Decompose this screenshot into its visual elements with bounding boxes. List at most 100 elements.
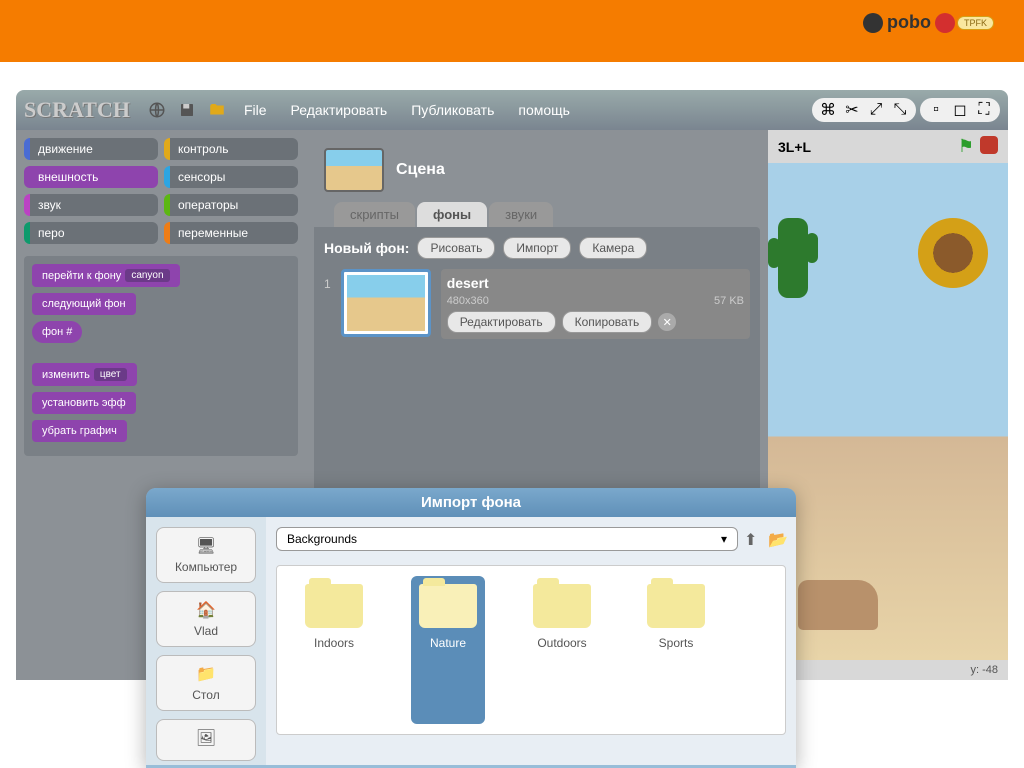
bg-filesize: 57 KB	[714, 295, 744, 307]
stop-icon[interactable]	[980, 136, 998, 154]
folder-outdoors[interactable]: Outdoors	[525, 576, 599, 724]
path-row: Backgrounds ▾ ⬆ 📂	[276, 527, 786, 551]
sidebar-computer[interactable]: 🖥Компьютер	[156, 527, 256, 583]
view-tools: ▫ ◻ ⛶	[920, 98, 1000, 122]
category-контроль[interactable]: контроль	[164, 138, 298, 160]
sidebar-label: Vlad	[194, 624, 218, 638]
folder-nature[interactable]: Nature	[411, 576, 485, 724]
sidebar-user[interactable]: 🏠 Vlad	[156, 591, 256, 647]
scissors-icon[interactable]: ✂	[842, 100, 862, 120]
import-button[interactable]: Импорт	[503, 237, 571, 259]
page-banner: pobo TPFK	[0, 0, 1024, 62]
folder-icon	[533, 584, 591, 628]
sidebar-desktop[interactable]: 📁Стол	[156, 655, 256, 711]
app-logo: SCRATCH	[24, 97, 130, 123]
home-icon: 🏠	[161, 600, 251, 620]
blocks-area: перейти к фону canyon следующий фон фон …	[24, 256, 298, 456]
block-label: убрать графич	[42, 425, 117, 437]
computer-icon: 🖥	[161, 536, 251, 556]
green-flag-icon[interactable]: ⚑	[958, 136, 974, 157]
folder-icon	[305, 584, 363, 628]
brand-text: pobo	[887, 12, 931, 33]
block-set-effect[interactable]: установить эфф	[32, 392, 136, 414]
block-switch-bg[interactable]: перейти к фону canyon	[32, 264, 180, 287]
category-перо[interactable]: перо	[24, 222, 158, 244]
folder-label: Indoors	[305, 636, 363, 650]
new-bg-label: Новый фон:	[324, 240, 409, 256]
grow-icon[interactable]: ⤢	[866, 100, 886, 120]
lion-sprite	[918, 218, 988, 288]
folder-open-icon[interactable]	[206, 99, 228, 121]
block-bg-num[interactable]: фон #	[32, 321, 82, 343]
view-full-icon[interactable]: ⛶	[974, 100, 994, 120]
save-icon[interactable]	[176, 99, 198, 121]
bg-dimensions: 480x360	[447, 295, 489, 307]
stage-canvas[interactable]	[768, 163, 1008, 660]
globe-icon[interactable]	[146, 99, 168, 121]
path-dropdown[interactable]: Backgrounds ▾	[276, 527, 738, 551]
new-bg-row: Новый фон: Рисовать Импорт Камера	[324, 237, 750, 259]
paint-button[interactable]: Рисовать	[417, 237, 495, 259]
view-large-icon[interactable]: ◻	[950, 100, 970, 120]
block-label: перейти к фону	[42, 270, 121, 282]
delete-icon[interactable]: ✕	[658, 313, 676, 331]
block-label: установить эфф	[42, 397, 126, 409]
edit-button[interactable]: Редактировать	[447, 311, 556, 333]
category-переменные[interactable]: переменные	[164, 222, 298, 244]
block-label: следующий фон	[42, 298, 126, 310]
folder-grid: Indoors Nature Outdoors Sports	[276, 565, 786, 735]
menu-edit[interactable]: Редактировать	[283, 98, 396, 122]
category-движение[interactable]: движение	[24, 138, 158, 160]
category-внешность[interactable]: внешность	[24, 166, 158, 188]
chevron-down-icon: ▾	[721, 532, 727, 546]
block-dropdown[interactable]: canyon	[125, 269, 169, 282]
stage-title: 3L+L	[778, 139, 811, 155]
category-операторы[interactable]: операторы	[164, 194, 298, 216]
tab-sounds[interactable]: звуки	[489, 202, 553, 227]
menubar: SCRATCH File Редактировать Публиковать п…	[16, 90, 1008, 130]
folder-sports[interactable]: Sports	[639, 576, 713, 724]
scratch-app: SCRATCH File Редактировать Публиковать п…	[16, 90, 1008, 767]
robo-logo: pobo TPFK	[863, 12, 994, 33]
block-clear-effects[interactable]: убрать графич	[32, 420, 127, 442]
up-folder-icon[interactable]: ⬆	[744, 530, 762, 548]
sprite-header: Сцена	[314, 138, 760, 202]
bg-index: 1	[324, 269, 331, 291]
category-звук[interactable]: звук	[24, 194, 158, 216]
dialog-sidebar: 🖥Компьютер 🏠 Vlad 📁Стол 🖼	[146, 517, 266, 765]
menu-help[interactable]: помощь	[510, 98, 578, 122]
tab-scripts[interactable]: скрипты	[334, 202, 415, 227]
copy-button[interactable]: Копировать	[562, 311, 653, 333]
sidebar-label: Стол	[192, 688, 219, 702]
stage-coords: y: -48	[768, 660, 1008, 680]
sprite-thumbnail[interactable]	[324, 148, 384, 192]
new-folder-icon[interactable]: 📂	[768, 530, 786, 548]
stage-panel: 3L+L ⚑ y: -48	[768, 130, 1008, 680]
background-item: 1 desert 480x360 57 KB Редактировать Коп…	[324, 269, 750, 339]
tab-backgrounds[interactable]: фоны	[417, 202, 487, 227]
cactus-sprite	[778, 218, 808, 298]
import-dialog: Импорт фона 🖥Компьютер 🏠 Vlad 📁Стол 🖼 Bac…	[146, 488, 796, 768]
view-small-icon[interactable]: ▫	[926, 100, 946, 120]
edit-tools: ⌘ ✂ ⤢ ⤡	[812, 98, 916, 122]
block-next-bg[interactable]: следующий фон	[32, 293, 136, 315]
folder-label: Sports	[647, 636, 705, 650]
gear-icon	[863, 13, 883, 33]
menu-share[interactable]: Публиковать	[403, 98, 502, 122]
stamp-icon[interactable]: ⌘	[818, 100, 838, 120]
folder-indoors[interactable]: Indoors	[297, 576, 371, 724]
sidebar-extra[interactable]: 🖼	[156, 719, 256, 761]
block-change-effect[interactable]: изменить цвет	[32, 363, 137, 386]
bg-info: desert 480x360 57 KB Редактировать Копир…	[441, 269, 750, 339]
horse-sprite	[798, 580, 878, 630]
picture-icon: 🖼	[161, 728, 251, 748]
block-dropdown[interactable]: цвет	[94, 368, 127, 381]
menu-file[interactable]: File	[236, 98, 275, 122]
block-label: изменить	[42, 369, 90, 381]
bg-thumbnail[interactable]	[341, 269, 431, 337]
dialog-title: Импорт фона	[146, 488, 796, 517]
path-value: Backgrounds	[287, 532, 357, 546]
camera-button[interactable]: Камера	[579, 237, 647, 259]
category-сенсоры[interactable]: сенсоры	[164, 166, 298, 188]
shrink-icon[interactable]: ⤡	[890, 100, 910, 120]
